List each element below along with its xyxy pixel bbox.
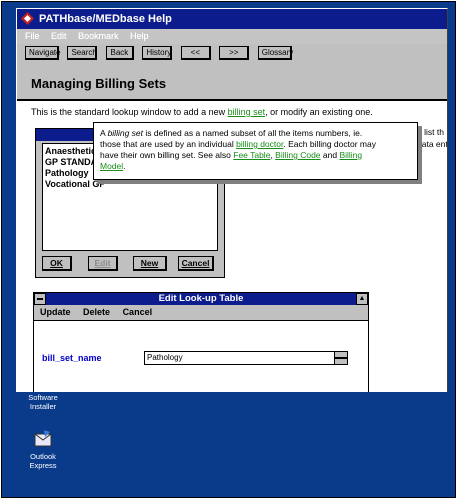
browse-back-button[interactable]: << [180,46,211,60]
popup-text: . Each billing doctor may [283,139,376,149]
cancel-button[interactable]: Cancel [178,256,214,271]
ok-button[interactable]: OK [42,256,72,271]
history-button[interactable]: History [142,46,173,60]
outlook-express-label-2: Express [29,461,57,470]
popup-text: and [320,150,340,160]
edit-window-title: Edit Look-up Table [158,293,244,304]
fee-table-link[interactable]: Fee Table [233,150,270,160]
menu-bar: File Edit Bookmark Help [17,29,447,44]
menu-bookmark[interactable]: Bookmark [78,31,119,41]
bill-set-name-label: bill_set_name [42,353,102,363]
popup-text: those that are used by an individual [100,139,237,149]
outlook-express-icon [34,430,52,447]
desktop-icon-outlook-express[interactable]: Outlook Express [22,428,64,470]
edit-form: bill_set_name Pathology [34,320,368,392]
billing-model-link-cont[interactable]: Model [100,161,123,171]
intro-text: This is the standard lookup window to ad… [31,107,373,117]
software-installer-label-2: Installer [29,402,57,411]
scroll-down-icon[interactable] [334,358,348,365]
scroll-up-icon[interactable] [334,351,348,358]
bill-set-name-field[interactable]: Pathology [144,351,348,365]
cancel-menu[interactable]: Cancel [123,307,153,317]
side-text-2: data ent [417,139,448,149]
toolbar: Navigate Search Back History << >> Gloss… [17,45,447,63]
menu-file[interactable]: File [25,31,40,41]
browse-forward-button[interactable]: >> [219,46,250,60]
edit-lookup-window: Edit Look-up Table ▲ Update Delete Cance… [33,292,369,392]
topic-heading: Managing Billing Sets [31,76,167,91]
window-titlebar[interactable]: PATHbase/MEDbase Help [17,9,447,29]
popup-line-4: Model. [100,161,411,172]
intro-text-before: This is the standard lookup window to ad… [31,107,228,117]
menu-help[interactable]: Help [130,31,149,41]
menu-edit[interactable]: Edit [51,31,67,41]
back-button[interactable]: Back [105,46,134,60]
software-installer-label-1: Software [28,393,58,402]
new-button[interactable]: New [133,256,167,271]
edit-window-titlebar[interactable]: Edit Look-up Table [34,293,368,305]
billing-code-link[interactable]: Billing Code [275,150,320,160]
side-text-1: e list th [417,127,444,137]
help-window: PATHbase/MEDbase Help File Edit Bookmark… [16,8,448,392]
search-button[interactable]: Search [67,46,98,60]
edit-button[interactable]: Edit [88,256,118,271]
popup-line-1: A billing set is defined as a named subs… [100,128,411,139]
billing-model-link[interactable]: Billing [339,150,362,160]
help-content: Managing Billing Sets This is the standa… [17,66,448,392]
navigate-button[interactable]: Navigate [25,46,61,60]
popup-text: is defined as a named subset of all the … [143,128,363,138]
glossary-button[interactable]: Glossary [257,46,293,60]
system-menu-icon[interactable] [34,293,46,305]
maximize-icon[interactable]: ▲ [356,293,368,305]
list-item[interactable]: Vocational GP [45,179,215,190]
popup-text: A [100,128,108,138]
definition-popup: A billing set is defined as a named subs… [93,122,418,180]
delete-menu[interactable]: Delete [83,307,110,317]
billing-doctor-link[interactable]: billing doctor [236,139,283,149]
popup-text: have their own billing set. See also [100,150,234,160]
popup-line-3: have their own billing set. See also Fee… [100,150,411,161]
popup-term: billing set [107,128,143,138]
update-menu[interactable]: Update [40,307,71,317]
billing-set-link[interactable]: billing set [228,107,266,117]
desktop-icon-software-installer[interactable]: Software Installer [22,393,64,411]
help-app-icon [21,12,34,25]
field-scroll-arrows[interactable] [334,351,348,365]
outlook-express-label-1: Outlook [30,452,56,461]
intro-text-after: , or modify an existing one. [265,107,373,117]
screenshot-frame: PATHbase/MEDbase Help File Edit Bookmark… [1,1,456,498]
popup-line-2: those that are used by an individual bil… [100,139,411,150]
heading-band: Managing Billing Sets [17,66,447,101]
window-title: PATHbase/MEDbase Help [39,13,172,25]
popup-text: . [123,161,126,171]
edit-menu-bar: Update Delete Cancel [34,306,368,319]
